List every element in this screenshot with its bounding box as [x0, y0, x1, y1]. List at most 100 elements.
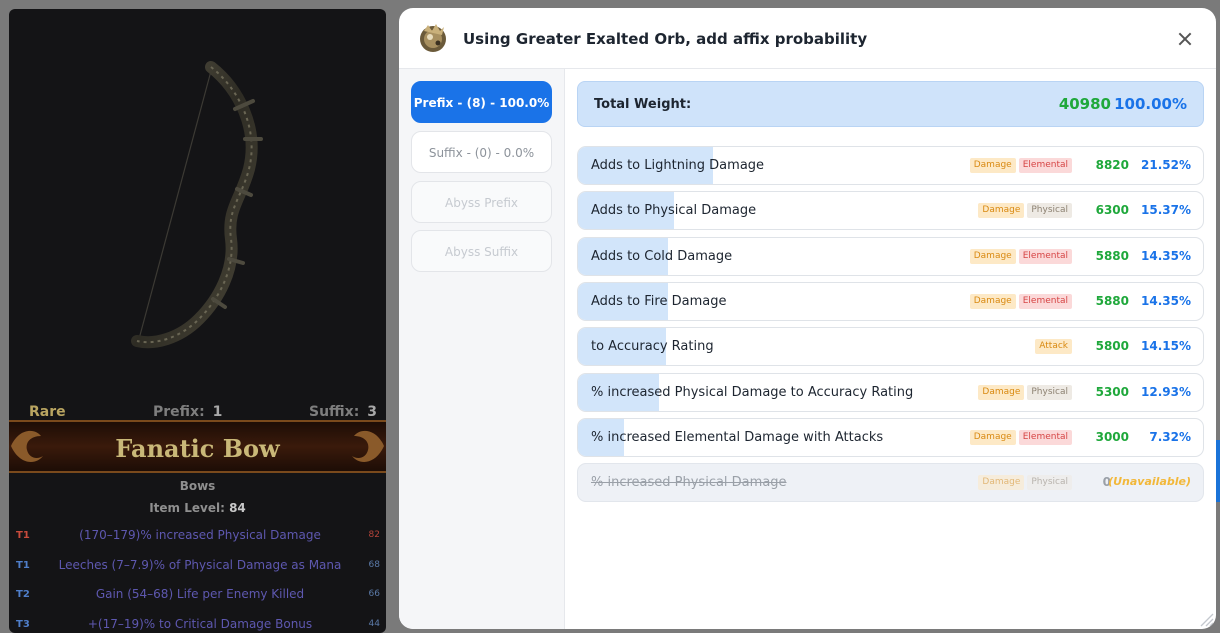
- item-mod-row: T1 Leeches (7–7.9)% of Physical Damage a…: [9, 557, 386, 577]
- affix-tag: Elemental: [1018, 430, 1072, 445]
- affix-percent: 14.35%: [1141, 294, 1191, 308]
- total-weight-label: Total Weight:: [594, 97, 692, 112]
- affix-row[interactable]: Adds to Cold Damage Damage Elemental 5880 14…: [577, 237, 1204, 276]
- affix-percent: 14.15%: [1141, 339, 1191, 353]
- suffix-count-value: 3: [367, 404, 378, 420]
- affix-tags: Damage Physical: [978, 385, 1072, 401]
- tab-abyss-prefix[interactable]: Abyss Prefix: [411, 181, 552, 223]
- total-weight-value: 40980: [1058, 95, 1111, 113]
- affix-tag: Damage: [969, 249, 1016, 264]
- affix-tag: Damage: [978, 475, 1025, 490]
- affix-tag: Physical: [1027, 385, 1072, 400]
- affix-tag: Damage: [969, 430, 1016, 445]
- item-name-banner: Fanatic Bow: [9, 420, 386, 473]
- item-name: Fanatic Bow: [115, 434, 280, 463]
- affix-weight: 6300: [1095, 203, 1129, 217]
- affix-weight: 5800: [1095, 339, 1129, 353]
- item-class: Bows: [179, 479, 216, 493]
- item-mod-row: T3 +(17–19)% to Critical Damage Bonus 44: [9, 616, 386, 633]
- tab-abyss-suffix[interactable]: Abyss Suffix: [411, 230, 552, 272]
- item-level-value: 84: [229, 501, 246, 515]
- affix-name: Adds to Cold Damage: [591, 249, 733, 264]
- affix-type-tabs: Prefix - (8) - 100.0% Suffix - (0) - 0.0…: [399, 69, 565, 629]
- affix-percent: 21.52%: [1141, 158, 1191, 172]
- prefix-count: Prefix: 1: [153, 404, 222, 420]
- mod-text: Leeches (7–7.9)% of Physical Damage as M…: [58, 558, 342, 572]
- affix-weight: 5880: [1095, 294, 1129, 308]
- affix-tag: Damage: [978, 203, 1025, 218]
- affix-row[interactable]: to Accuracy Rating Attack 5800 14.15%: [577, 327, 1204, 366]
- mod-text: (170–179)% increased Physical Damage: [79, 528, 321, 542]
- affix-name: % increased Physical Damage to Accuracy …: [591, 385, 914, 400]
- item-mod-row: T2 Gain (54–68) Life per Enemy Killed 66: [9, 586, 386, 606]
- mod-tier: T1: [16, 530, 30, 541]
- close-icon[interactable]: [1176, 30, 1194, 48]
- affix-row[interactable]: % increased Physical Damage Damage Physica…: [577, 463, 1204, 502]
- affix-tag: Damage: [969, 158, 1016, 173]
- mod-text: Gain (54–68) Life per Enemy Killed: [95, 587, 305, 601]
- suffix-count-label: Suffix:: [309, 404, 360, 420]
- affix-tags: Damage Elemental: [969, 158, 1072, 174]
- affix-name: to Accuracy Rating: [591, 339, 714, 354]
- mod-text: +(17–19)% to Critical Damage Bonus: [87, 617, 313, 631]
- affix-name: Adds to Physical Damage: [591, 203, 757, 218]
- affix-tag: Damage: [978, 385, 1025, 400]
- item-tooltip-panel: Rare Prefix: 1 Suffix: 3 Fanatic Bow Bows …: [9, 9, 386, 633]
- affix-weight: 5880: [1095, 249, 1129, 263]
- affix-name: Adds to Lightning Damage: [591, 158, 765, 173]
- affix-list-panel: Total Weight: 40980 100.00% Adds to Ligh…: [566, 69, 1216, 629]
- resize-grip-icon[interactable]: [1196, 609, 1214, 627]
- affix-percent: 7.32%: [1149, 430, 1191, 444]
- bow-item-image: [131, 61, 263, 349]
- affix-tags: Attack: [1035, 339, 1072, 355]
- tab-suffix[interactable]: Suffix - (0) - 0.0%: [411, 131, 552, 173]
- affix-tags: Damage Elemental: [969, 430, 1072, 446]
- suffix-count: Suffix: 3: [309, 404, 377, 420]
- affix-row[interactable]: Adds to Physical Damage Damage Physical 630…: [577, 191, 1204, 230]
- affix-tags: Damage Physical: [978, 475, 1072, 491]
- modal-title: Using Greater Exalted Orb, add affix pro…: [463, 30, 868, 48]
- affix-percent: 14.35%: [1141, 249, 1191, 263]
- mod-level: 44: [368, 619, 380, 629]
- affix-weight: 5300: [1095, 385, 1129, 399]
- affix-tag: Attack: [1035, 339, 1072, 354]
- tab-prefix[interactable]: Prefix - (8) - 100.0%: [411, 81, 552, 123]
- affix-row[interactable]: % increased Elemental Damage with Attack…: [577, 418, 1204, 457]
- affix-row[interactable]: Adds to Lightning Damage Damage Elemental 8…: [577, 146, 1204, 185]
- affix-tag: Physical: [1027, 475, 1072, 490]
- total-weight-card: Total Weight: 40980 100.00%: [577, 81, 1204, 127]
- affix-tag: Physical: [1027, 203, 1072, 218]
- affix-name: % increased Elemental Damage with Attack…: [591, 430, 884, 445]
- affix-tag: Damage: [969, 294, 1016, 309]
- mod-tier: T3: [16, 619, 30, 630]
- affix-tags: Damage Physical: [978, 203, 1072, 219]
- affix-name: % increased Physical Damage: [591, 475, 787, 490]
- affix-row[interactable]: Adds to Fire Damage Damage Elemental 5880 14…: [577, 282, 1204, 321]
- item-level: Item Level: 84: [9, 501, 386, 515]
- affix-tag: Elemental: [1018, 249, 1072, 264]
- mod-tier: T2: [16, 589, 30, 600]
- affix-row[interactable]: % increased Physical Damage to Accuracy …: [577, 373, 1204, 412]
- item-level-label: Item Level:: [149, 501, 225, 515]
- mod-level: 68: [368, 560, 380, 570]
- affix-tag: Elemental: [1018, 158, 1072, 173]
- affix-name: Adds to Fire Damage: [591, 294, 727, 309]
- greater-exalted-orb-icon: [420, 24, 446, 52]
- affix-percent: (Unavailable): [1108, 475, 1191, 488]
- prefix-count-label: Prefix:: [153, 404, 205, 420]
- mod-level: 66: [368, 589, 380, 599]
- affix-tags: Damage Elemental: [969, 249, 1072, 265]
- affix-probability-modal: Using Greater Exalted Orb, add affix pro…: [399, 8, 1216, 629]
- prefix-count-value: 1: [212, 404, 223, 420]
- affix-percent: 12.93%: [1141, 385, 1191, 399]
- total-weight-percent: 100.00%: [1114, 95, 1187, 113]
- mod-tier: T1: [16, 560, 30, 571]
- affix-tag: Elemental: [1018, 294, 1072, 309]
- affix-weight: 3000: [1095, 430, 1129, 444]
- modal-header: Using Greater Exalted Orb, add affix pro…: [399, 8, 1216, 69]
- item-mod-row: T1 (170–179)% increased Physical Damage …: [9, 527, 386, 547]
- mod-level: 82: [368, 530, 380, 540]
- item-rarity: Rare: [29, 404, 66, 420]
- affix-tags: Damage Elemental: [969, 294, 1072, 310]
- affix-percent: 15.37%: [1141, 203, 1191, 217]
